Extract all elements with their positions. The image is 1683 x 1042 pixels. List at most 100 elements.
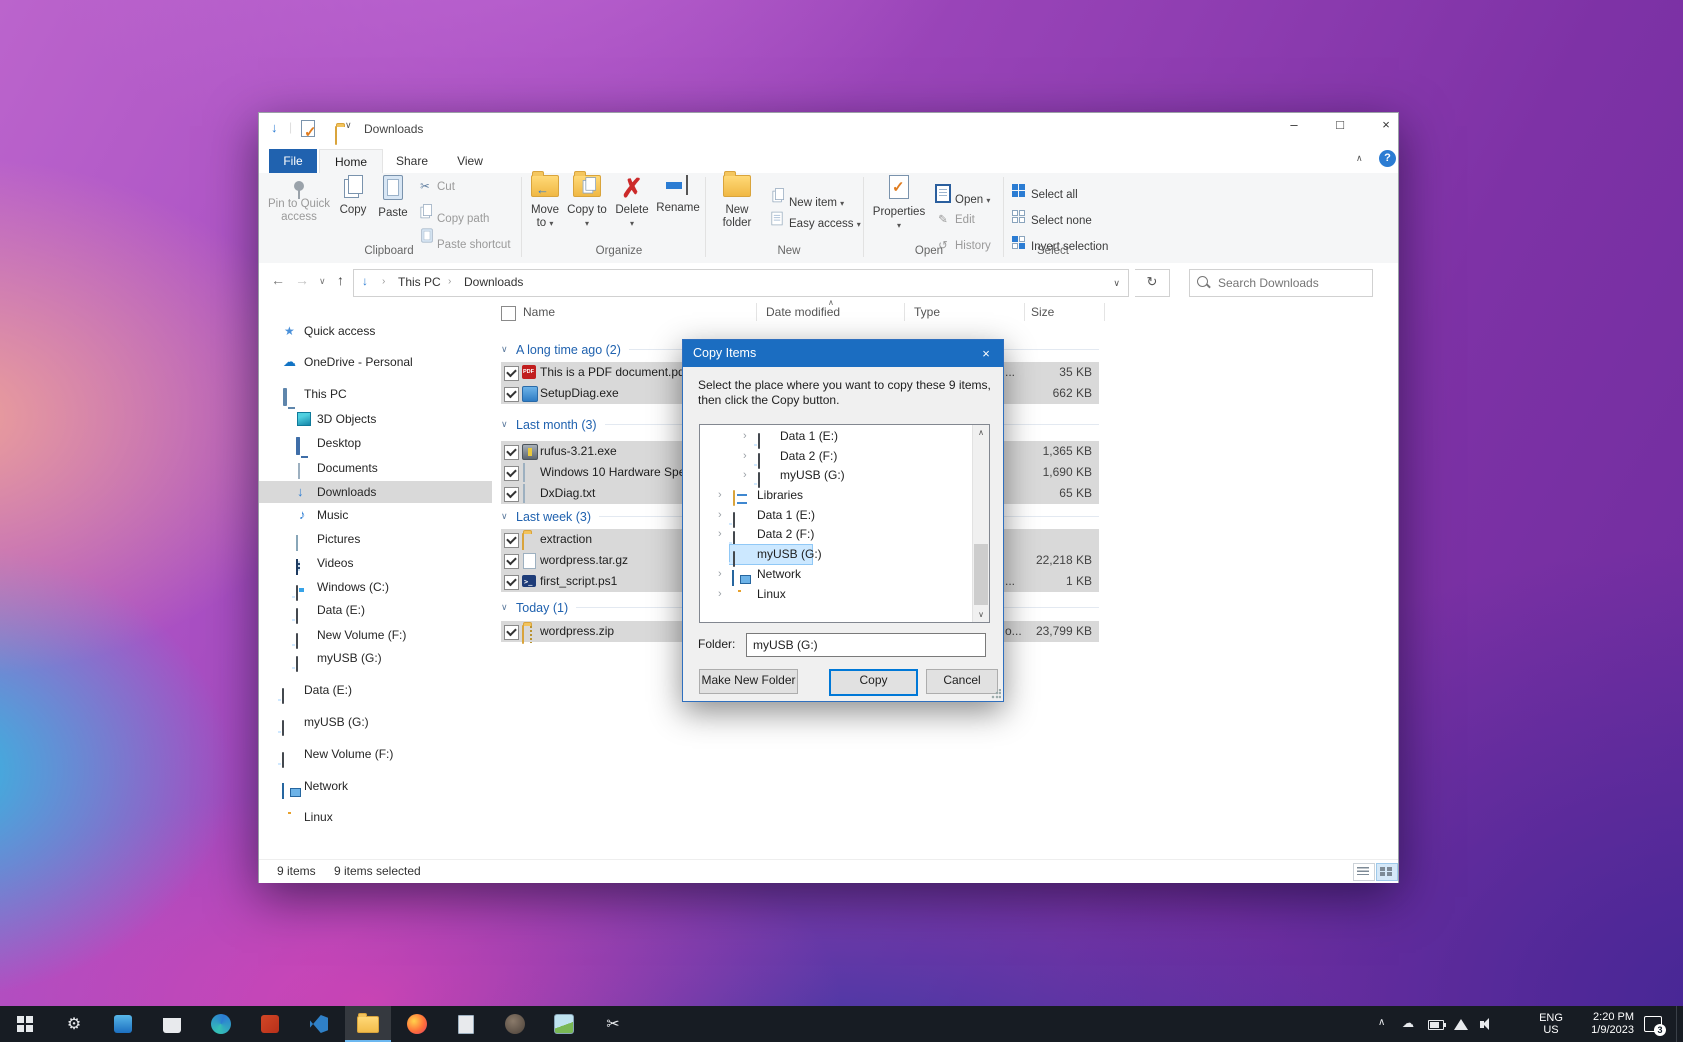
up-button[interactable]: ↑	[337, 272, 344, 288]
minimize-button[interactable]: –	[1273, 113, 1315, 139]
paste-shortcut-button[interactable]: Paste shortcut	[417, 223, 511, 243]
group-collapse-icon[interactable]: ∨	[501, 602, 516, 613]
sidebar-item-documents[interactable]: Documents	[259, 457, 492, 479]
tab-home[interactable]: Home	[319, 149, 383, 174]
address-dropdown-icon[interactable]: ∨	[1113, 278, 1120, 289]
select-all-checkbox[interactable]	[501, 306, 516, 321]
column-header-name[interactable]: Name	[523, 305, 555, 319]
taskbar-gallery[interactable]	[541, 1006, 587, 1042]
group-collapse-icon[interactable]: ∨	[501, 511, 516, 522]
taskbar-gimp[interactable]	[492, 1006, 538, 1042]
row-checkbox[interactable]	[504, 445, 519, 460]
hidden-icons-chevron[interactable]: ∧	[1378, 1017, 1385, 1028]
row-checkbox[interactable]	[504, 387, 519, 402]
row-checkbox[interactable]	[504, 554, 519, 569]
properties-qat-icon[interactable]	[301, 120, 315, 137]
forward-button[interactable]: →	[295, 272, 309, 288]
sidebar-item-linux[interactable]: Linux	[259, 806, 492, 828]
taskbar-snipping-tool[interactable]: ✂	[590, 1006, 636, 1042]
select-all-button[interactable]: Select all	[1011, 184, 1078, 204]
tab-view[interactable]: View	[443, 149, 497, 173]
tree-item-data1-e-child[interactable]: ›Data 1 (E:)	[700, 427, 989, 446]
row-checkbox[interactable]	[504, 466, 519, 481]
group-collapse-icon[interactable]: ∨	[501, 419, 516, 430]
make-new-folder-button[interactable]: Make New Folder	[699, 669, 798, 694]
breadcrumb-this-pc[interactable]: This PC	[398, 270, 441, 294]
taskbar-clock[interactable]: 2:20 PM 1/9/2023	[1576, 1011, 1634, 1037]
onedrive-tray-icon[interactable]: ☁	[1402, 1016, 1414, 1030]
copy-button[interactable]: Copy	[334, 175, 372, 217]
scroll-down-icon[interactable]: ∨	[973, 607, 989, 622]
help-icon[interactable]: ?	[1379, 150, 1396, 167]
row-checkbox[interactable]	[504, 625, 519, 640]
scrollbar-thumb[interactable]	[974, 544, 988, 605]
edit-button[interactable]: ✎Edit	[935, 210, 975, 230]
details-view-button[interactable]	[1353, 863, 1375, 881]
copy-confirm-button[interactable]: Copy	[829, 669, 918, 696]
network-tray-icon[interactable]	[1454, 1019, 1468, 1030]
tree-item-myusb-g-selected[interactable]: myUSB (G:)	[700, 545, 989, 564]
expander-icon[interactable]: ›	[718, 506, 722, 525]
tab-file[interactable]: File	[269, 149, 317, 173]
expander-icon[interactable]: ›	[743, 466, 747, 485]
volume-icon[interactable]	[1480, 1021, 1484, 1028]
language-indicator[interactable]: ENG US	[1530, 1012, 1572, 1036]
scroll-up-icon[interactable]: ∧	[973, 425, 989, 440]
column-header-type[interactable]: Type	[914, 305, 940, 319]
cancel-button[interactable]: Cancel	[926, 669, 998, 694]
sidebar-item-new-volume-f[interactable]: New Volume (F:)	[259, 624, 492, 646]
taskbar-vscode[interactable]	[296, 1006, 342, 1042]
expander-icon[interactable]: ›	[743, 447, 747, 466]
pin-to-quick-access-button[interactable]: Pin to Quick access	[266, 175, 332, 224]
folder-qat-icon[interactable]	[335, 126, 337, 145]
tree-item-data2-f[interactable]: ›Data 2 (F:)	[700, 525, 989, 544]
show-desktop-button[interactable]	[1676, 1006, 1683, 1042]
sidebar-item-videos[interactable]: Videos	[259, 552, 492, 574]
expander-icon[interactable]: ›	[718, 565, 722, 584]
taskbar-store[interactable]	[149, 1006, 195, 1042]
refresh-button[interactable]: ↻	[1135, 269, 1170, 297]
ribbon-collapse-icon[interactable]: ∧	[1356, 153, 1363, 164]
row-checkbox[interactable]	[504, 533, 519, 548]
copy-to-button[interactable]: Copy to ▾	[567, 175, 607, 230]
properties-button[interactable]: Properties▾	[871, 175, 927, 232]
expander-icon[interactable]: ›	[718, 585, 722, 604]
maximize-button[interactable]: □	[1319, 113, 1361, 139]
address-bar[interactable]: ↓ › This PC › Downloads ∨	[353, 269, 1129, 297]
tree-item-network[interactable]: ›Network	[700, 565, 989, 584]
sidebar-item-3d-objects[interactable]: 3D Objects	[259, 408, 492, 430]
taskbar-file-explorer-active[interactable]	[345, 1006, 391, 1042]
taskbar-powerpoint[interactable]	[247, 1006, 293, 1042]
taskbar-firefox[interactable]	[394, 1006, 440, 1042]
recent-locations-chevron-icon[interactable]: ∨	[319, 276, 326, 287]
sidebar-item-music[interactable]: ♪Music	[259, 504, 492, 526]
close-button[interactable]: ×	[1365, 113, 1407, 139]
breadcrumb-downloads[interactable]: Downloads	[464, 270, 523, 294]
tree-item-linux[interactable]: ›Linux	[700, 585, 989, 604]
tree-item-myusb-g-child[interactable]: ›myUSB (G:)	[700, 466, 989, 485]
tab-share[interactable]: Share	[383, 149, 441, 173]
tree-item-data1-e[interactable]: ›Data 1 (E:)	[700, 506, 989, 525]
tree-item-libraries[interactable]: ›Libraries	[700, 486, 989, 505]
rename-button[interactable]: Rename	[655, 175, 701, 215]
new-item-button[interactable]: New item ▾	[769, 184, 844, 204]
search-box[interactable]	[1189, 269, 1373, 297]
column-header-date-modified[interactable]: Date modified	[766, 305, 840, 319]
sidebar-item-myusb-g-root[interactable]: myUSB (G:)	[259, 711, 492, 733]
sidebar-item-pictures[interactable]: Pictures	[259, 528, 492, 550]
move-to-button[interactable]: ← Move to ▾	[525, 175, 565, 230]
large-icons-view-button[interactable]	[1376, 863, 1398, 881]
copy-path-button[interactable]: Copy path	[417, 200, 489, 220]
start-button[interactable]	[2, 1006, 48, 1042]
folder-input[interactable]	[746, 633, 986, 657]
row-checkbox[interactable]	[504, 575, 519, 590]
search-input[interactable]	[1216, 271, 1370, 295]
open-button[interactable]: Open ▾	[935, 184, 990, 204]
row-checkbox[interactable]	[504, 487, 519, 502]
cut-button[interactable]: ✂Cut	[417, 177, 455, 197]
group-collapse-icon[interactable]: ∨	[501, 344, 516, 355]
sidebar-item-data-e-root[interactable]: Data (E:)	[259, 679, 492, 701]
new-folder-button[interactable]: New folder	[713, 175, 761, 230]
expander-icon[interactable]: ›	[718, 525, 722, 544]
tree-item-data2-f-child[interactable]: ›Data 2 (F:)	[700, 447, 989, 466]
